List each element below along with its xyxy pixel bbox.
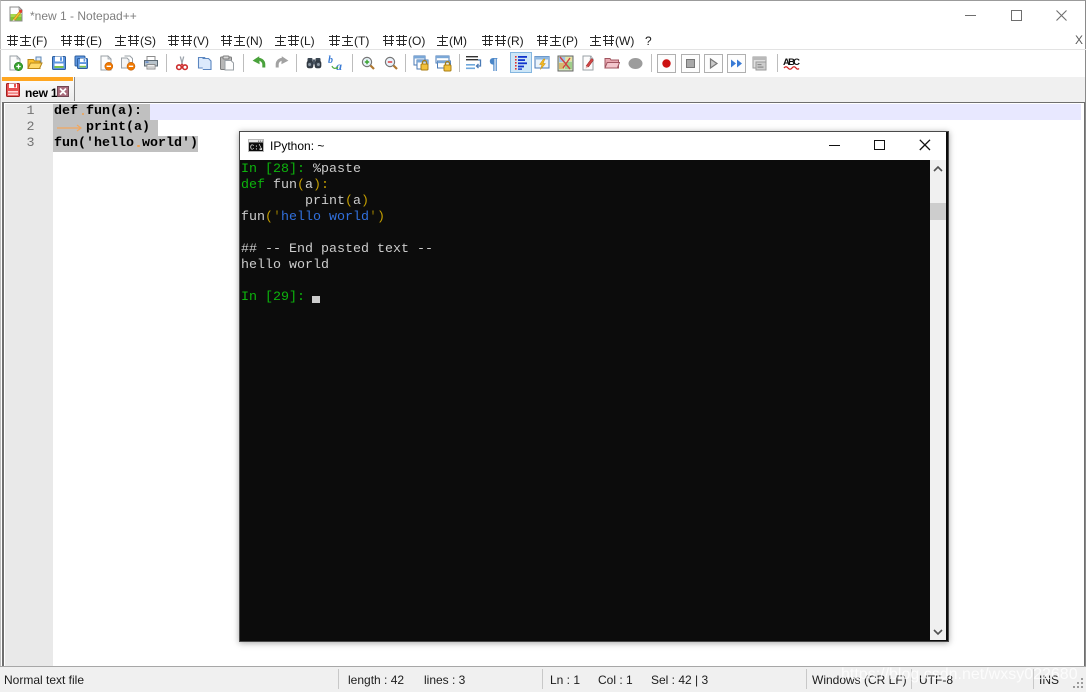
svg-text:b: b	[328, 55, 333, 66]
svg-text:C:\: C:\	[250, 145, 263, 153]
svg-text:¶: ¶	[489, 55, 498, 71]
svg-text:a: a	[336, 59, 342, 72]
